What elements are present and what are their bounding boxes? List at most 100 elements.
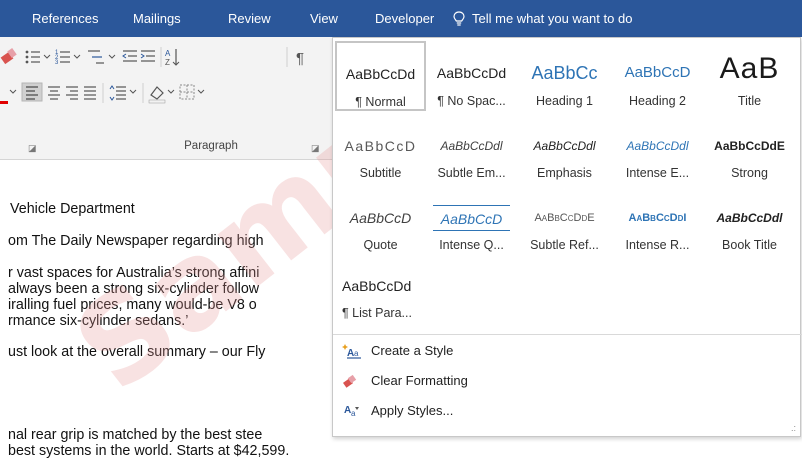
- style-label: Heading 2: [629, 94, 686, 108]
- doc-line: om The Daily Newspaper regarding high: [8, 233, 264, 249]
- style-preview: AaBbCcDdl: [533, 139, 596, 153]
- align-right-icon[interactable]: [66, 86, 78, 100]
- sort-icon[interactable]: A Z: [165, 49, 180, 67]
- style-preview: AaBbCcDdl: [716, 211, 783, 225]
- tab-developer[interactable]: Developer: [375, 11, 434, 26]
- style-intense-quote[interactable]: AaBbCcD Intense Q...: [426, 190, 517, 260]
- style-label: Emphasis: [537, 166, 592, 180]
- style-label: Subtitle: [359, 166, 402, 180]
- style-label: Intense E...: [625, 166, 690, 180]
- svg-text:a: a: [351, 409, 356, 418]
- style-strong[interactable]: AaBbCcDdE Strong: [704, 118, 795, 188]
- increase-indent-icon[interactable]: [140, 50, 155, 62]
- numbering-icon[interactable]: 1 2 3: [55, 50, 81, 66]
- resize-grip-icon[interactable]: .:: [791, 423, 796, 433]
- svg-text:3: 3: [55, 60, 59, 66]
- style-subtitle[interactable]: AaBbCcD Subtitle: [335, 118, 426, 188]
- style-emphasis[interactable]: AaBbCcDdl Emphasis: [519, 118, 610, 188]
- clear-formatting-command[interactable]: Clear Formatting: [333, 370, 533, 392]
- svg-text:¶: ¶: [296, 50, 304, 67]
- style-preview: AaBbCcDdl: [440, 139, 503, 153]
- decrease-indent-icon[interactable]: [122, 50, 137, 62]
- style-intense-emphasis[interactable]: AaBbCcDdl Intense E...: [612, 118, 703, 188]
- styles-gallery: AaBbCcDd ¶ Normal AaBbCcDd ¶ No Spac... …: [332, 37, 802, 437]
- tell-me-text: Tell me what you want to do: [472, 11, 633, 26]
- gallery-divider: [333, 334, 802, 335]
- style-preview: AaBbCcDd: [342, 278, 412, 294]
- style-label: Intense R...: [625, 238, 690, 252]
- doc-line: always been a strong six-cylinder follow: [8, 281, 260, 297]
- style-heading-2[interactable]: AaBbCcD Heading 2: [612, 41, 703, 111]
- style-label: Subtle Em...: [437, 166, 506, 180]
- multilevel-list-icon[interactable]: [88, 50, 116, 64]
- create-style-command[interactable]: A a Create a Style: [333, 340, 533, 362]
- borders-icon[interactable]: [179, 84, 205, 100]
- doc-line: ust look at the overall summary – our Fl…: [8, 344, 266, 360]
- doc-line: Vehicle Department: [10, 201, 135, 217]
- line-spacing-icon[interactable]: [109, 85, 137, 101]
- style-list-paragraph[interactable]: AaBbCcDd ¶ List Para...: [335, 262, 435, 332]
- doc-line: nal rear grip is matched by the best ste…: [8, 427, 263, 443]
- eraser-icon[interactable]: [0, 48, 17, 65]
- clear-formatting-icon: [343, 374, 357, 388]
- style-normal[interactable]: AaBbCcDd ¶ Normal: [335, 41, 426, 111]
- style-label: Book Title: [722, 238, 777, 252]
- style-label: ¶ Normal: [355, 95, 406, 109]
- style-subtle-reference[interactable]: AaBbCcDdE Subtle Ref...: [519, 190, 610, 260]
- style-title[interactable]: AaB Title: [704, 41, 795, 111]
- style-preview: AaBbCcD: [349, 210, 412, 226]
- style-preview: AaBbCcD: [624, 64, 691, 81]
- apply-styles-icon: A a: [344, 405, 359, 418]
- bullets-icon[interactable]: [25, 50, 51, 64]
- tab-mailings[interactable]: Mailings: [133, 11, 181, 26]
- align-left-icon[interactable]: [21, 82, 43, 102]
- style-label: Title: [737, 94, 762, 108]
- align-center-icon[interactable]: [48, 86, 60, 100]
- style-label: ¶ No Spac...: [437, 94, 506, 108]
- lightbulb-icon: [453, 11, 465, 26]
- style-label: Quote: [363, 238, 398, 252]
- style-label: ¶ List Para...: [342, 306, 412, 320]
- style-preview: AaBbCcDdE: [714, 139, 785, 153]
- style-label: Subtle Ref...: [530, 238, 599, 252]
- style-heading-1[interactable]: AaBbCc Heading 1: [519, 41, 610, 111]
- style-preview: AaBbCcDdI: [628, 212, 687, 224]
- show-formatting-marks-icon[interactable]: ¶: [296, 50, 304, 67]
- document-body[interactable]: Vehicle Department om The Daily Newspape…: [0, 161, 332, 465]
- create-style-label: Create a Style: [371, 343, 454, 358]
- svg-text:Z: Z: [165, 58, 170, 67]
- style-quote[interactable]: AaBbCcD Quote: [335, 190, 426, 260]
- justify-icon[interactable]: [84, 86, 96, 100]
- apply-styles-label: Apply Styles...: [371, 403, 454, 418]
- style-book-title[interactable]: AaBbCcDdl Book Title: [704, 190, 795, 260]
- style-label: Heading 1: [536, 94, 593, 108]
- paragraph-dialog-launcher-icon[interactable]: ◪: [311, 143, 320, 154]
- ribbon-tab-bar: References Mailings Review View Develope…: [0, 0, 802, 37]
- style-preview: AaBbCcDdE: [534, 212, 595, 224]
- svg-text:a: a: [354, 349, 359, 358]
- apply-styles-command[interactable]: A a Apply Styles...: [333, 400, 533, 422]
- tab-review[interactable]: Review: [228, 11, 271, 26]
- style-preview: AaB: [719, 52, 780, 85]
- tab-references[interactable]: References: [32, 11, 98, 26]
- style-no-spacing[interactable]: AaBbCcDd ¶ No Spac...: [426, 41, 517, 111]
- style-label: Intense Q...: [439, 238, 504, 252]
- shading-icon[interactable]: [148, 86, 175, 104]
- style-preview: AaBbCcD: [433, 205, 510, 231]
- style-intense-reference[interactable]: AaBbCcDdI Intense R...: [612, 190, 703, 260]
- style-preview: AaBbCc: [531, 63, 598, 83]
- paragraph-group-label: Paragraph: [184, 140, 238, 152]
- clear-formatting-label: Clear Formatting: [371, 373, 468, 388]
- style-preview: AaBbCcDd: [436, 65, 507, 81]
- doc-line: r vast spaces for Australia’s strong aff…: [8, 265, 260, 281]
- style-preview: AaBbCcDdl: [626, 139, 689, 153]
- style-preview: AaBbCcD: [344, 138, 417, 154]
- tell-me-search[interactable]: Tell me what you want to do: [452, 11, 632, 26]
- create-style-icon: A a: [342, 344, 361, 359]
- font-color-icon[interactable]: [0, 89, 17, 104]
- ribbon-paragraph-group: 1 2 3 A Z ¶ ◪ Paragraph ◪: [0, 37, 332, 160]
- doc-line: best systems in the world. Starts at $42…: [8, 443, 290, 459]
- style-subtle-emphasis[interactable]: AaBbCcDdl Subtle Em...: [426, 118, 517, 188]
- style-label: Strong: [731, 166, 768, 180]
- tab-view[interactable]: View: [310, 11, 338, 26]
